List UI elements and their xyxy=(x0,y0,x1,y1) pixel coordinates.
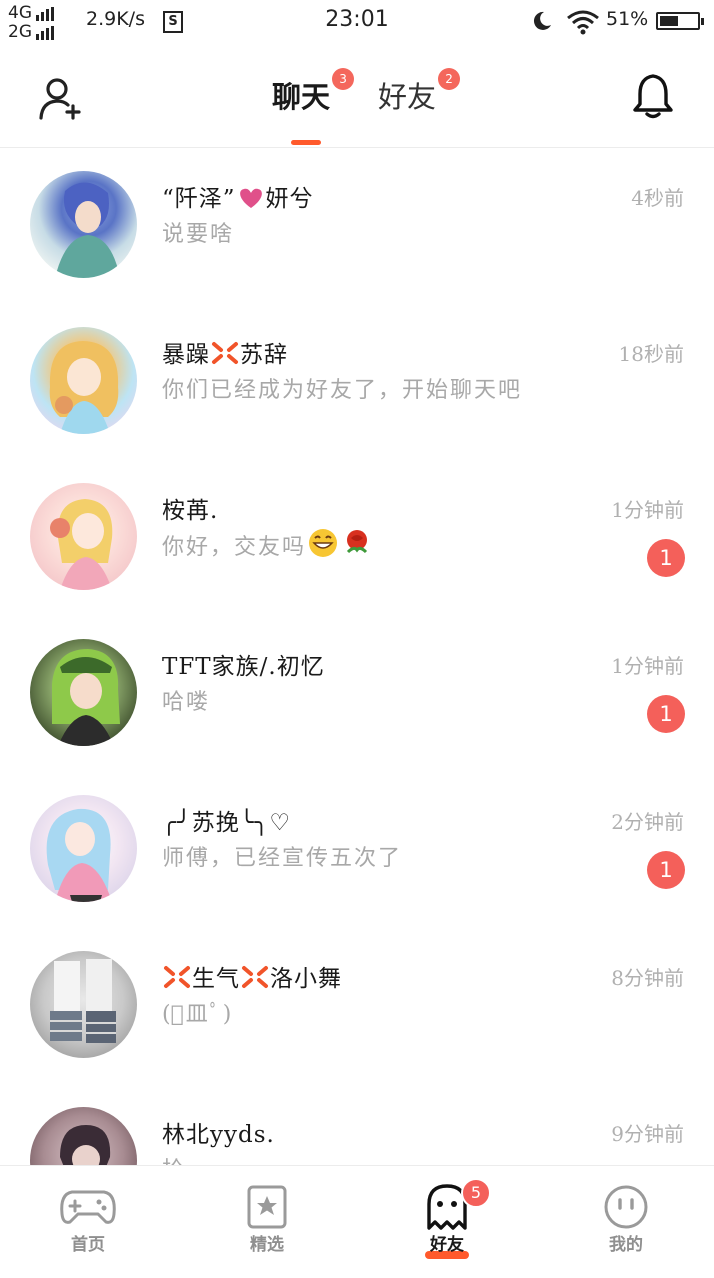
tab-chat-badge: 3 xyxy=(332,68,355,90)
status-bar: 4G 2G 2.9K/s S 23:01 51% xyxy=(0,0,714,46)
avatar[interactable] xyxy=(30,951,137,1058)
unread-badge: 1 xyxy=(647,539,685,577)
star-bookmark-icon xyxy=(247,1185,287,1229)
avatar[interactable] xyxy=(30,795,137,902)
nav-me-label: 我的 xyxy=(609,1235,643,1255)
tab-friends[interactable]: 好友 2 xyxy=(378,68,461,116)
bell-icon[interactable] xyxy=(630,72,676,120)
avatar[interactable] xyxy=(30,1107,137,1165)
chat-name: TFT家族/.初忆 xyxy=(162,654,325,680)
chat-row[interactable]: TFT家族/.初忆 哈喽 1分钟前 1 xyxy=(0,616,714,772)
chat-row[interactable]: 林北yyds. 拾。 9分钟前 xyxy=(0,1084,714,1165)
chat-preview: 你好，交友吗 xyxy=(162,528,374,561)
chat-preview: 你们已经成为好友了，开始聊天吧 xyxy=(162,378,523,403)
chat-row[interactable]: 桉苒. 你好，交友吗 1分钟前 1 xyxy=(0,460,714,616)
chat-preview: (ﾟ皿ﾟ) xyxy=(162,1002,234,1027)
nav-home-label: 首页 xyxy=(71,1235,105,1255)
add-friend-icon[interactable] xyxy=(38,76,84,122)
moon-icon xyxy=(533,11,551,30)
chat-row[interactable]: ╭╯苏挽╰╮♡ 师傅，已经宣传五次了 2分钟前 1 xyxy=(0,772,714,928)
chat-preview: 说要啥 xyxy=(162,222,235,247)
tab-chat-label: 聊天 xyxy=(272,80,331,114)
anger-emoji-icon xyxy=(242,966,268,988)
battery-icon xyxy=(656,12,704,30)
tab-friends-label: 好友 xyxy=(378,80,437,114)
chat-preview: 师傅，已经宣传五次了 xyxy=(162,846,403,871)
nav-me[interactable]: 我的 xyxy=(566,1166,686,1278)
unread-badge: 1 xyxy=(647,695,685,733)
tab-chat[interactable]: 聊天 3 xyxy=(272,68,355,116)
chat-name: “阡泽” 妍兮 xyxy=(162,186,314,212)
bottom-navigation: 首页 精选 5 好友 我的 xyxy=(0,1165,714,1278)
wifi-icon xyxy=(567,10,599,35)
chat-time: 1分钟前 xyxy=(611,498,684,522)
avatar[interactable] xyxy=(30,327,137,434)
chat-time: 9分钟前 xyxy=(611,1122,684,1146)
active-tab-indicator xyxy=(291,140,321,145)
anger-emoji-icon xyxy=(212,342,238,364)
chat-time: 2分钟前 xyxy=(611,810,684,834)
chat-time: 18秒前 xyxy=(618,342,684,366)
grinning-emoji-icon xyxy=(309,529,338,557)
avatar[interactable] xyxy=(30,483,137,590)
heart-emoji-icon xyxy=(239,188,262,208)
chat-row[interactable]: 暴躁 苏辞 你们已经成为好友了，开始聊天吧 18秒前 xyxy=(0,304,714,460)
chat-name: 生气 洛小舞 xyxy=(162,959,342,993)
nav-home[interactable]: 首页 xyxy=(28,1166,148,1278)
unread-badge: 1 xyxy=(647,851,685,889)
chat-time: 8分钟前 xyxy=(611,966,684,990)
chat-time: 1分钟前 xyxy=(611,654,684,678)
chat-row[interactable]: “阡泽” 妍兮 说要啥 4秒前 xyxy=(0,148,714,304)
smiley-icon xyxy=(604,1185,648,1229)
nav-featured-label: 精选 xyxy=(250,1235,284,1255)
chat-row[interactable]: 生气 洛小舞 (ﾟ皿ﾟ) 8分钟前 xyxy=(0,928,714,1084)
chat-name: 桉苒. xyxy=(162,498,219,524)
chat-list: “阡泽” 妍兮 说要啥 4秒前 暴躁 苏辞 你们已经成为好友了，开始聊天吧 18秒前… xyxy=(0,148,714,1165)
battery-percent: 51% xyxy=(606,8,649,30)
chat-name: ╭╯苏挽╰╮♡ xyxy=(162,810,292,836)
nav-friends-badge: 5 xyxy=(461,1178,491,1208)
tab-friends-badge: 2 xyxy=(438,68,461,90)
rose-emoji-icon xyxy=(346,530,368,554)
chat-name: 暴躁 苏辞 xyxy=(162,342,288,368)
nav-friends[interactable]: 5 好友 xyxy=(387,1166,507,1278)
nav-friends-label: 好友 xyxy=(430,1235,464,1255)
anger-emoji-icon xyxy=(164,966,190,988)
chat-preview: 拾。 xyxy=(162,1152,210,1165)
avatar[interactable] xyxy=(30,171,137,278)
chat-name: 林北yyds. xyxy=(162,1122,275,1148)
nav-featured[interactable]: 精选 xyxy=(207,1166,327,1278)
chat-preview: 哈喽 xyxy=(162,690,211,715)
gamepad-icon xyxy=(60,1190,116,1224)
top-header: 聊天 3 好友 2 xyxy=(0,46,714,148)
avatar[interactable] xyxy=(30,639,137,746)
chat-time: 4秒前 xyxy=(631,186,684,210)
